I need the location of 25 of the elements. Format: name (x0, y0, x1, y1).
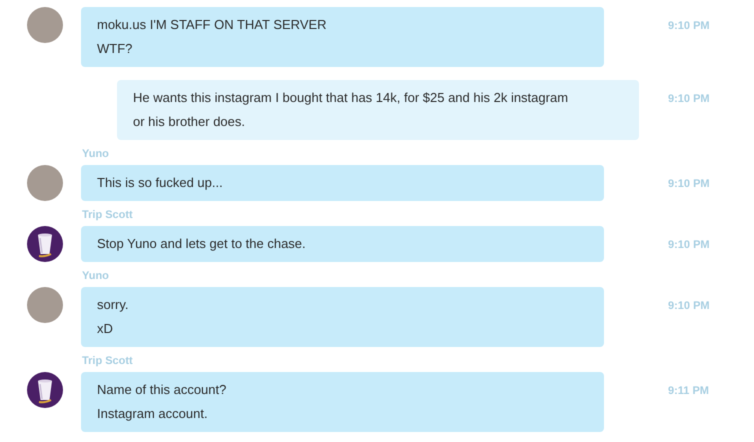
message-text: This is so fucked up... (97, 174, 224, 192)
message-text: WTF? (97, 40, 134, 58)
avatar-photo-placeholder (27, 7, 63, 43)
message-time: 9:10 PM (668, 238, 710, 253)
message-text: Instagram account. (97, 405, 209, 423)
message-text: Stop Yuno and lets get to the chase. (97, 235, 307, 253)
message-time: 9:10 PM (668, 177, 710, 192)
message-time: 9:10 PM (668, 19, 710, 34)
message-text: or his brother does. (133, 113, 246, 131)
cup-avatar-icon (27, 226, 63, 262)
sender-name: Trip Scott (82, 355, 134, 369)
message-time: 9:10 PM (668, 92, 710, 107)
message-text: Name of this account? (97, 381, 228, 399)
avatar-photo-placeholder (27, 287, 63, 323)
cup-avatar-icon (27, 372, 63, 408)
message-time: 9:11 PM (668, 384, 709, 399)
message-time: 9:10 PM (668, 299, 710, 314)
sender-name: Yuno (82, 270, 110, 284)
message-text: He wants this instagram I bought that has 14k, for $25 and his 2k instagram (133, 89, 570, 107)
sender-name: Yuno (82, 148, 110, 162)
message-text: moku.us I'M STAFF ON THAT SERVER (97, 16, 328, 34)
sender-name: Trip Scott (82, 209, 134, 223)
message-text: sorry. (97, 296, 130, 314)
avatar-photo-placeholder (27, 165, 63, 201)
message-text: xD (97, 320, 114, 338)
